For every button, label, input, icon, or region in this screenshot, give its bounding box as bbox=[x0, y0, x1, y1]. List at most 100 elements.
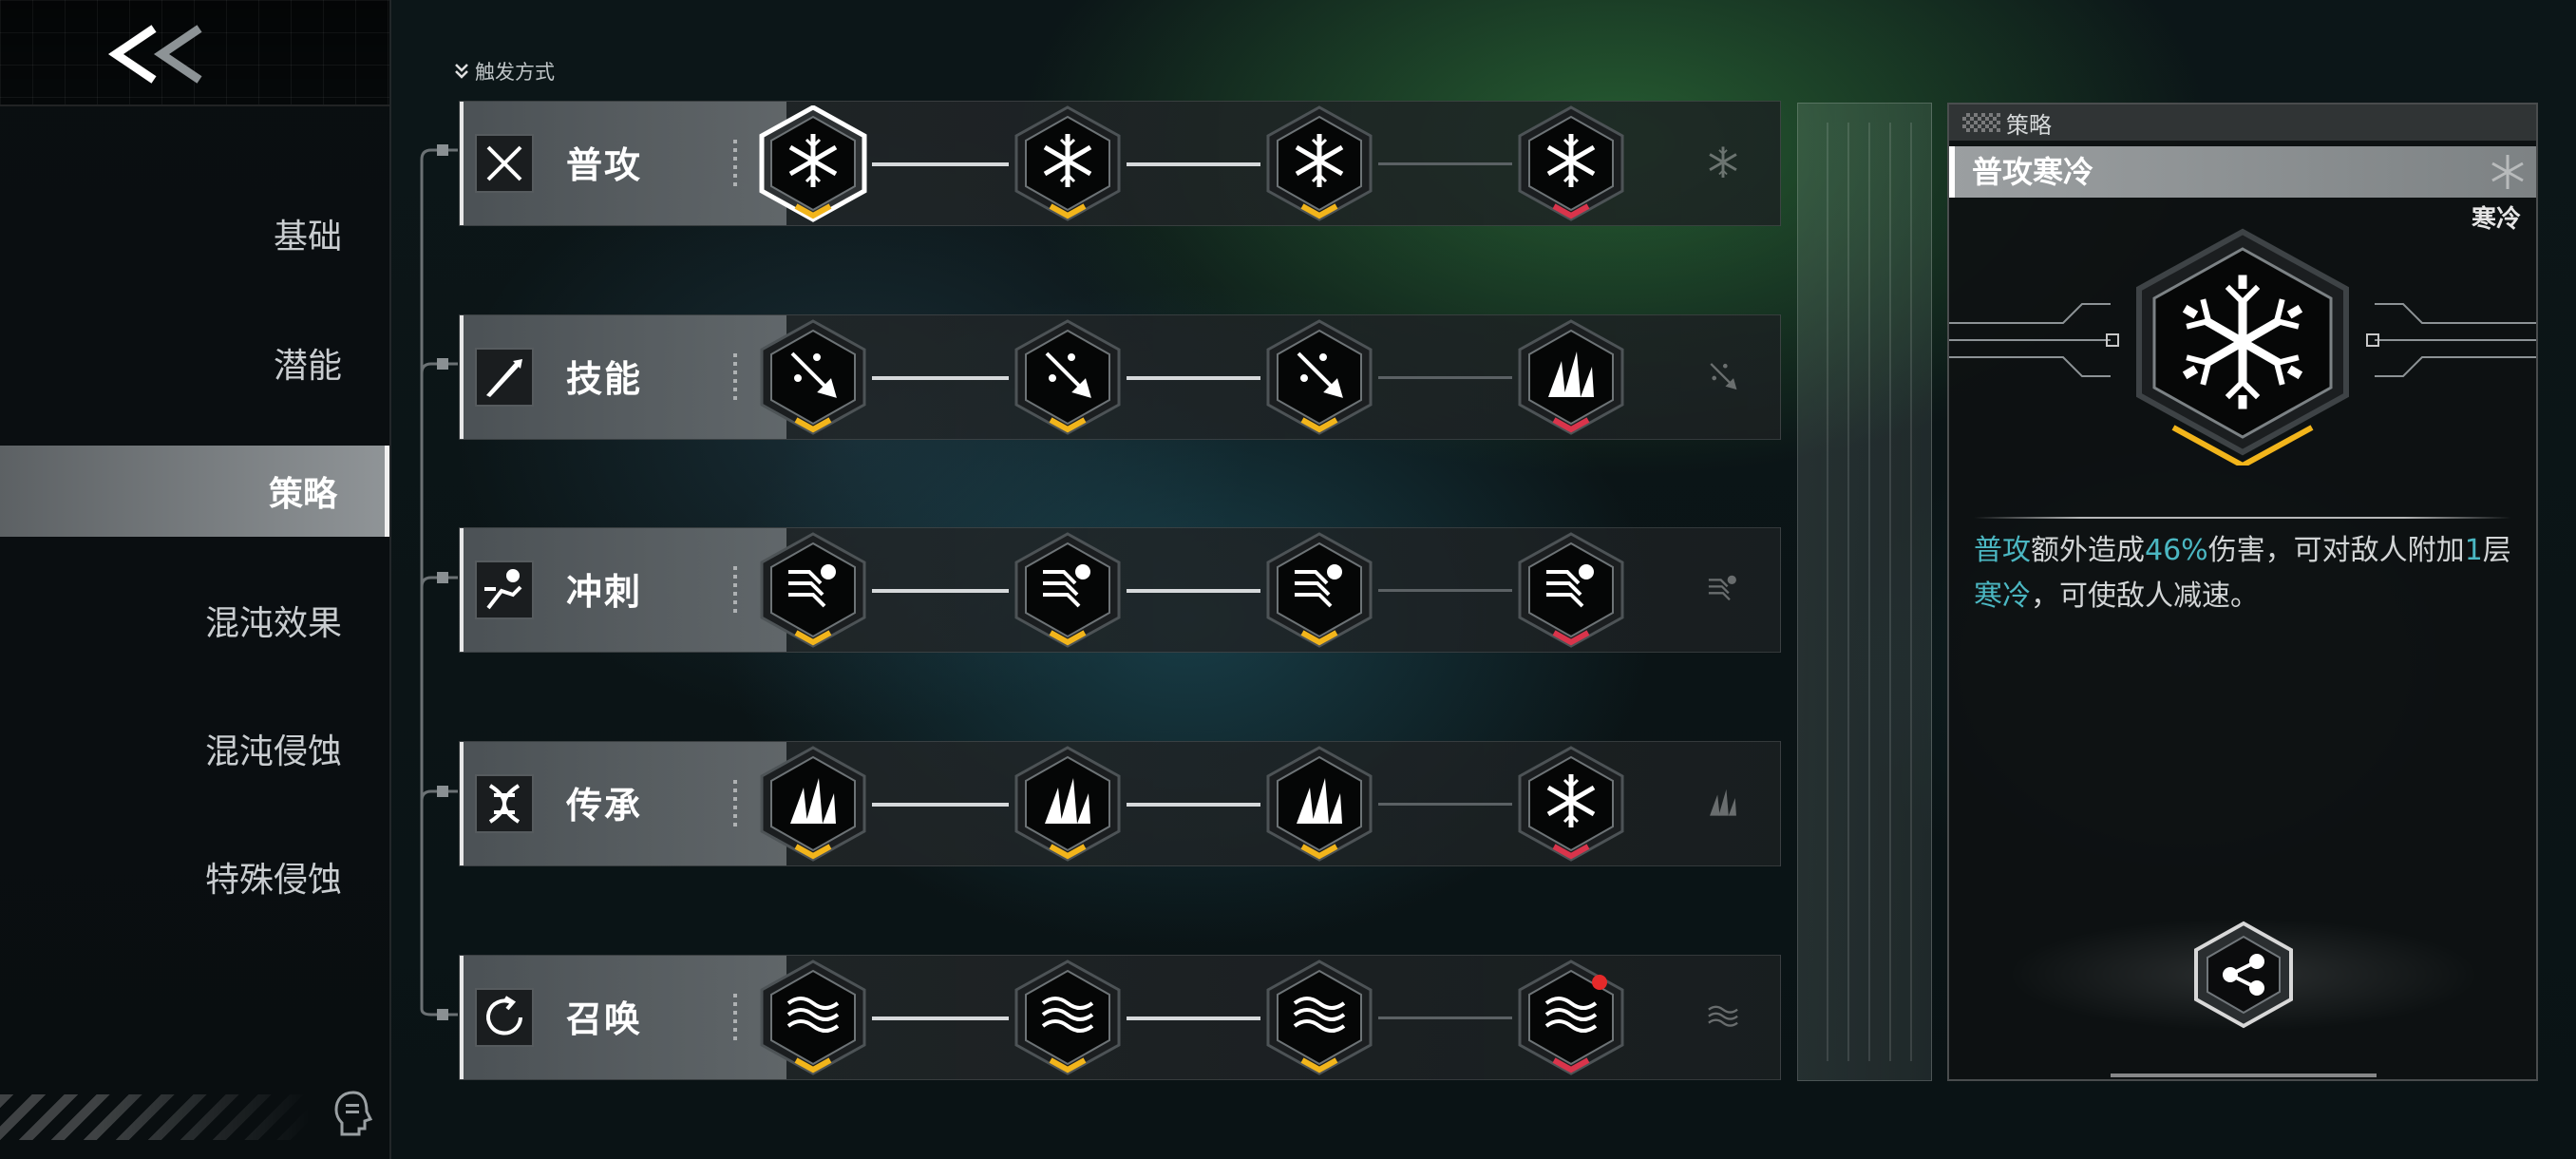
strategy-node[interactable] bbox=[1512, 960, 1630, 1077]
double-chevron-down-icon bbox=[455, 64, 468, 79]
node-connector bbox=[1127, 589, 1260, 593]
strategy-node[interactable] bbox=[754, 319, 872, 437]
strategy-node[interactable] bbox=[1260, 105, 1378, 223]
detail-title: 普攻寒冷 bbox=[1949, 146, 2536, 198]
dna-icon bbox=[475, 774, 534, 833]
checker-pattern-icon bbox=[1962, 113, 2000, 132]
spear-spark-icon bbox=[760, 319, 866, 435]
locked-node-ghost-icon bbox=[1685, 770, 1761, 839]
node-connector bbox=[872, 589, 1009, 593]
snowflake-icon bbox=[2491, 155, 2524, 189]
snowflake-flame-icon bbox=[1518, 746, 1624, 862]
desc-highlight: 寒冷 bbox=[1974, 580, 2031, 613]
desc-text: 伤害，可对敌人附加 bbox=[2207, 534, 2465, 567]
strategy-row: 技能 bbox=[459, 314, 1781, 440]
detail-panel: 策略 普攻寒冷 寒冷 普攻额外造成46%伤害，可对敌人附加1层寒冷，可使敌人减速… bbox=[1947, 103, 2538, 1081]
ice-spikes-icon bbox=[1518, 319, 1624, 435]
sidebar-item-label: 基础 bbox=[273, 218, 342, 256]
dash-wings-icon bbox=[760, 532, 866, 648]
snowflake-ring-icon bbox=[1266, 105, 1373, 221]
help-head-icon[interactable] bbox=[332, 1089, 374, 1138]
spear-plus-icon bbox=[1266, 319, 1373, 435]
summon-circle-icon bbox=[475, 988, 534, 1047]
snowflake-star-icon bbox=[1518, 105, 1624, 221]
node-connector bbox=[872, 1016, 1009, 1020]
strategy-node[interactable] bbox=[1009, 319, 1127, 437]
node-connector bbox=[1127, 376, 1260, 380]
strategy-row: 普攻 bbox=[459, 101, 1781, 226]
detail-separator bbox=[1974, 517, 2511, 519]
row-category: 技能 bbox=[460, 315, 786, 439]
trigger-mode-label: 触发方式 bbox=[454, 57, 555, 86]
sidebar-item-label: 潜能 bbox=[273, 347, 342, 386]
detail-header-text: 策略 bbox=[2006, 111, 2052, 139]
dotted-divider bbox=[733, 780, 737, 829]
strategy-node[interactable] bbox=[1260, 532, 1378, 650]
strategy-node[interactable] bbox=[754, 532, 872, 650]
node-connector bbox=[1378, 589, 1512, 592]
strategy-node[interactable] bbox=[1009, 105, 1127, 223]
back-button[interactable] bbox=[104, 21, 209, 87]
strategy-node[interactable] bbox=[1512, 105, 1630, 223]
wind-waves-dot-icon bbox=[1518, 960, 1624, 1075]
strategy-node[interactable] bbox=[754, 105, 872, 223]
sidebar-item-label: 混沌效果 bbox=[204, 604, 342, 643]
strategy-node[interactable] bbox=[1260, 746, 1378, 864]
locked-node-ghost-icon bbox=[1685, 130, 1761, 199]
row-label: 传承 bbox=[566, 785, 643, 826]
node-connector bbox=[1127, 1016, 1260, 1020]
desc-text: 层 bbox=[2482, 534, 2511, 567]
desc-text: ，可使敌人减速。 bbox=[2031, 580, 2259, 613]
strategy-node[interactable] bbox=[754, 746, 872, 864]
node-connector bbox=[1378, 162, 1512, 165]
share-button[interactable] bbox=[2187, 918, 2301, 1032]
sidebar-item-special-erosion[interactable]: 特殊侵蚀 bbox=[0, 831, 389, 922]
strategy-node[interactable] bbox=[1009, 960, 1127, 1077]
tree-connector bbox=[420, 144, 458, 1020]
strategy-node[interactable] bbox=[1512, 746, 1630, 864]
locked-node-ghost-icon bbox=[1685, 557, 1761, 625]
strategy-node[interactable] bbox=[1260, 319, 1378, 437]
strategy-node[interactable] bbox=[1512, 532, 1630, 650]
ice-shards-up-icon bbox=[1014, 746, 1121, 862]
row-category: 普攻 bbox=[460, 102, 786, 225]
node-connector bbox=[872, 803, 1009, 807]
row-category: 冲刺 bbox=[460, 528, 786, 652]
snowflake-icon bbox=[759, 105, 867, 222]
decorative-stripes bbox=[0, 1094, 313, 1140]
desc-highlight: 普攻 bbox=[1974, 534, 2031, 567]
locked-node-ghost-icon bbox=[1685, 344, 1761, 412]
strategy-node[interactable] bbox=[754, 960, 872, 1077]
panel-bottom-line bbox=[2111, 1074, 2377, 1077]
strategy-node[interactable] bbox=[1512, 319, 1630, 437]
strategy-row: 召唤 bbox=[459, 955, 1781, 1080]
strategy-node[interactable] bbox=[1009, 746, 1127, 864]
row-category: 召唤 bbox=[460, 956, 786, 1079]
sidebar-item-potential[interactable]: 潜能 bbox=[0, 317, 389, 408]
wind-waves-icon bbox=[760, 960, 866, 1075]
sidebar-item-chaos-erosion[interactable]: 混沌侵蚀 bbox=[0, 703, 389, 794]
decorative-divider bbox=[1797, 103, 1932, 1081]
sidebar-item-basic[interactable]: 基础 bbox=[0, 188, 389, 279]
node-connector bbox=[872, 376, 1009, 380]
node-connector bbox=[872, 162, 1009, 166]
row-label: 技能 bbox=[566, 358, 643, 400]
node-connector bbox=[1127, 162, 1260, 166]
strategy-node[interactable] bbox=[1260, 960, 1378, 1077]
sidebar-item-strategy[interactable]: 策略 bbox=[0, 446, 389, 537]
dotted-divider bbox=[733, 566, 737, 616]
crossed-swords-icon bbox=[475, 134, 534, 193]
sidebar-item-chaos-effect[interactable]: 混沌效果 bbox=[0, 575, 389, 666]
strategy-node[interactable] bbox=[1009, 532, 1127, 650]
dotted-divider bbox=[733, 994, 737, 1043]
snowflake-burst-icon bbox=[1014, 105, 1121, 221]
dash-waves-icon bbox=[1518, 532, 1624, 648]
strategy-row: 传承 bbox=[459, 741, 1781, 866]
ice-shards-icon bbox=[760, 746, 866, 862]
detail-snowflake-emblem bbox=[1949, 228, 2536, 466]
dotted-divider bbox=[733, 353, 737, 403]
spear-up-icon bbox=[1014, 319, 1121, 435]
dash-wings-plus-icon bbox=[1266, 532, 1373, 648]
dash-wings-up-icon bbox=[1014, 532, 1121, 648]
dash-runner-icon bbox=[475, 560, 534, 619]
